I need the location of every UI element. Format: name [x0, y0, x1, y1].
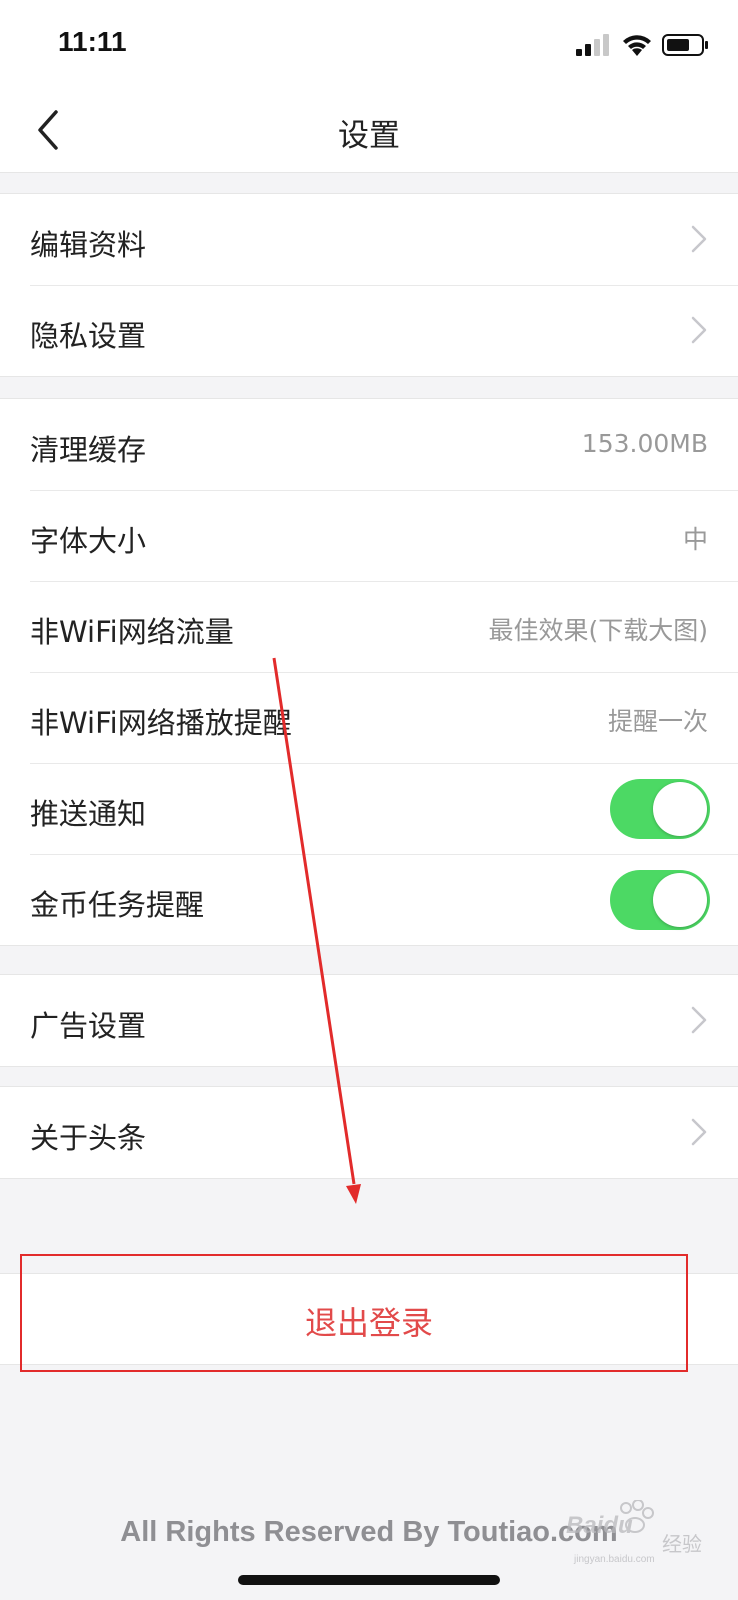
status-time: 11:11 [58, 26, 127, 57]
push-notifications-toggle[interactable] [610, 779, 710, 839]
cellular-signal-icon [576, 34, 609, 56]
baidu-watermark: Baidu 经验 jingyan.baidu.com [566, 1500, 716, 1565]
row-label: 关于头条 [30, 1121, 147, 1155]
row-privacy-settings[interactable]: 隐私设置 [0, 285, 738, 376]
row-label: 清理缓存 [30, 433, 147, 467]
row-non-wifi-playback-reminder[interactable]: 非WiFi网络播放提醒 提醒一次 [0, 672, 738, 763]
status-icons [576, 30, 710, 60]
wifi-icon [623, 35, 651, 56]
font-size-value: 中 [682, 525, 708, 554]
row-label: 非WiFi网络播放提醒 [30, 706, 292, 740]
row-about-toutiao[interactable]: 关于头条 [0, 1087, 738, 1178]
row-label: 隐私设置 [30, 319, 147, 353]
toggle-knob [653, 873, 707, 927]
playback-reminder-value: 提醒一次 [607, 707, 708, 736]
battery-icon [662, 34, 708, 56]
status-bar: 11:11 [0, 0, 738, 88]
row-edit-profile[interactable]: 编辑资料 [0, 194, 738, 285]
coin-task-reminder-toggle[interactable] [610, 870, 710, 930]
row-label: 金币任务提醒 [30, 888, 205, 922]
cache-size-value: 153.00MB [581, 429, 708, 458]
page-title: 设置 [338, 118, 400, 154]
chevron-right-icon [691, 1006, 707, 1034]
row-non-wifi-data-usage[interactable]: 非WiFi网络流量 最佳效果(下载大图) [0, 581, 738, 672]
row-font-size[interactable]: 字体大小 中 [0, 490, 738, 581]
navigation-bar: 设置 [0, 88, 738, 173]
watermark-site: jingyan.baidu.com [574, 1554, 655, 1565]
data-usage-value: 最佳效果(下载大图) [488, 616, 708, 645]
settings-group-account: 编辑资料 隐私设置 [0, 193, 738, 377]
chevron-right-icon [691, 1118, 707, 1146]
row-label: 非WiFi网络流量 [30, 615, 234, 649]
watermark-brand-cn: 经验 [662, 1534, 702, 1556]
row-label: 字体大小 [30, 524, 147, 558]
row-clear-cache[interactable]: 清理缓存 153.00MB [0, 399, 738, 490]
row-push-notifications: 推送通知 [0, 763, 738, 854]
settings-group-general: 清理缓存 153.00MB 字体大小 中 非WiFi网络流量 最佳效果(下载大图… [0, 398, 738, 946]
toggle-knob [653, 782, 707, 836]
chevron-right-icon [691, 225, 707, 253]
row-label: 广告设置 [30, 1009, 147, 1043]
row-ad-settings[interactable]: 广告设置 [0, 975, 738, 1066]
row-coin-task-reminder: 金币任务提醒 [0, 854, 738, 945]
chevron-right-icon [691, 316, 707, 344]
row-label: 推送通知 [30, 797, 147, 831]
settings-group-ads: 广告设置 [0, 974, 738, 1067]
annotation-highlight-box [20, 1254, 688, 1372]
settings-group-about: 关于头条 [0, 1086, 738, 1179]
row-label: 编辑资料 [30, 228, 147, 262]
home-indicator[interactable] [238, 1575, 500, 1585]
paw-icon [620, 1500, 654, 1533]
